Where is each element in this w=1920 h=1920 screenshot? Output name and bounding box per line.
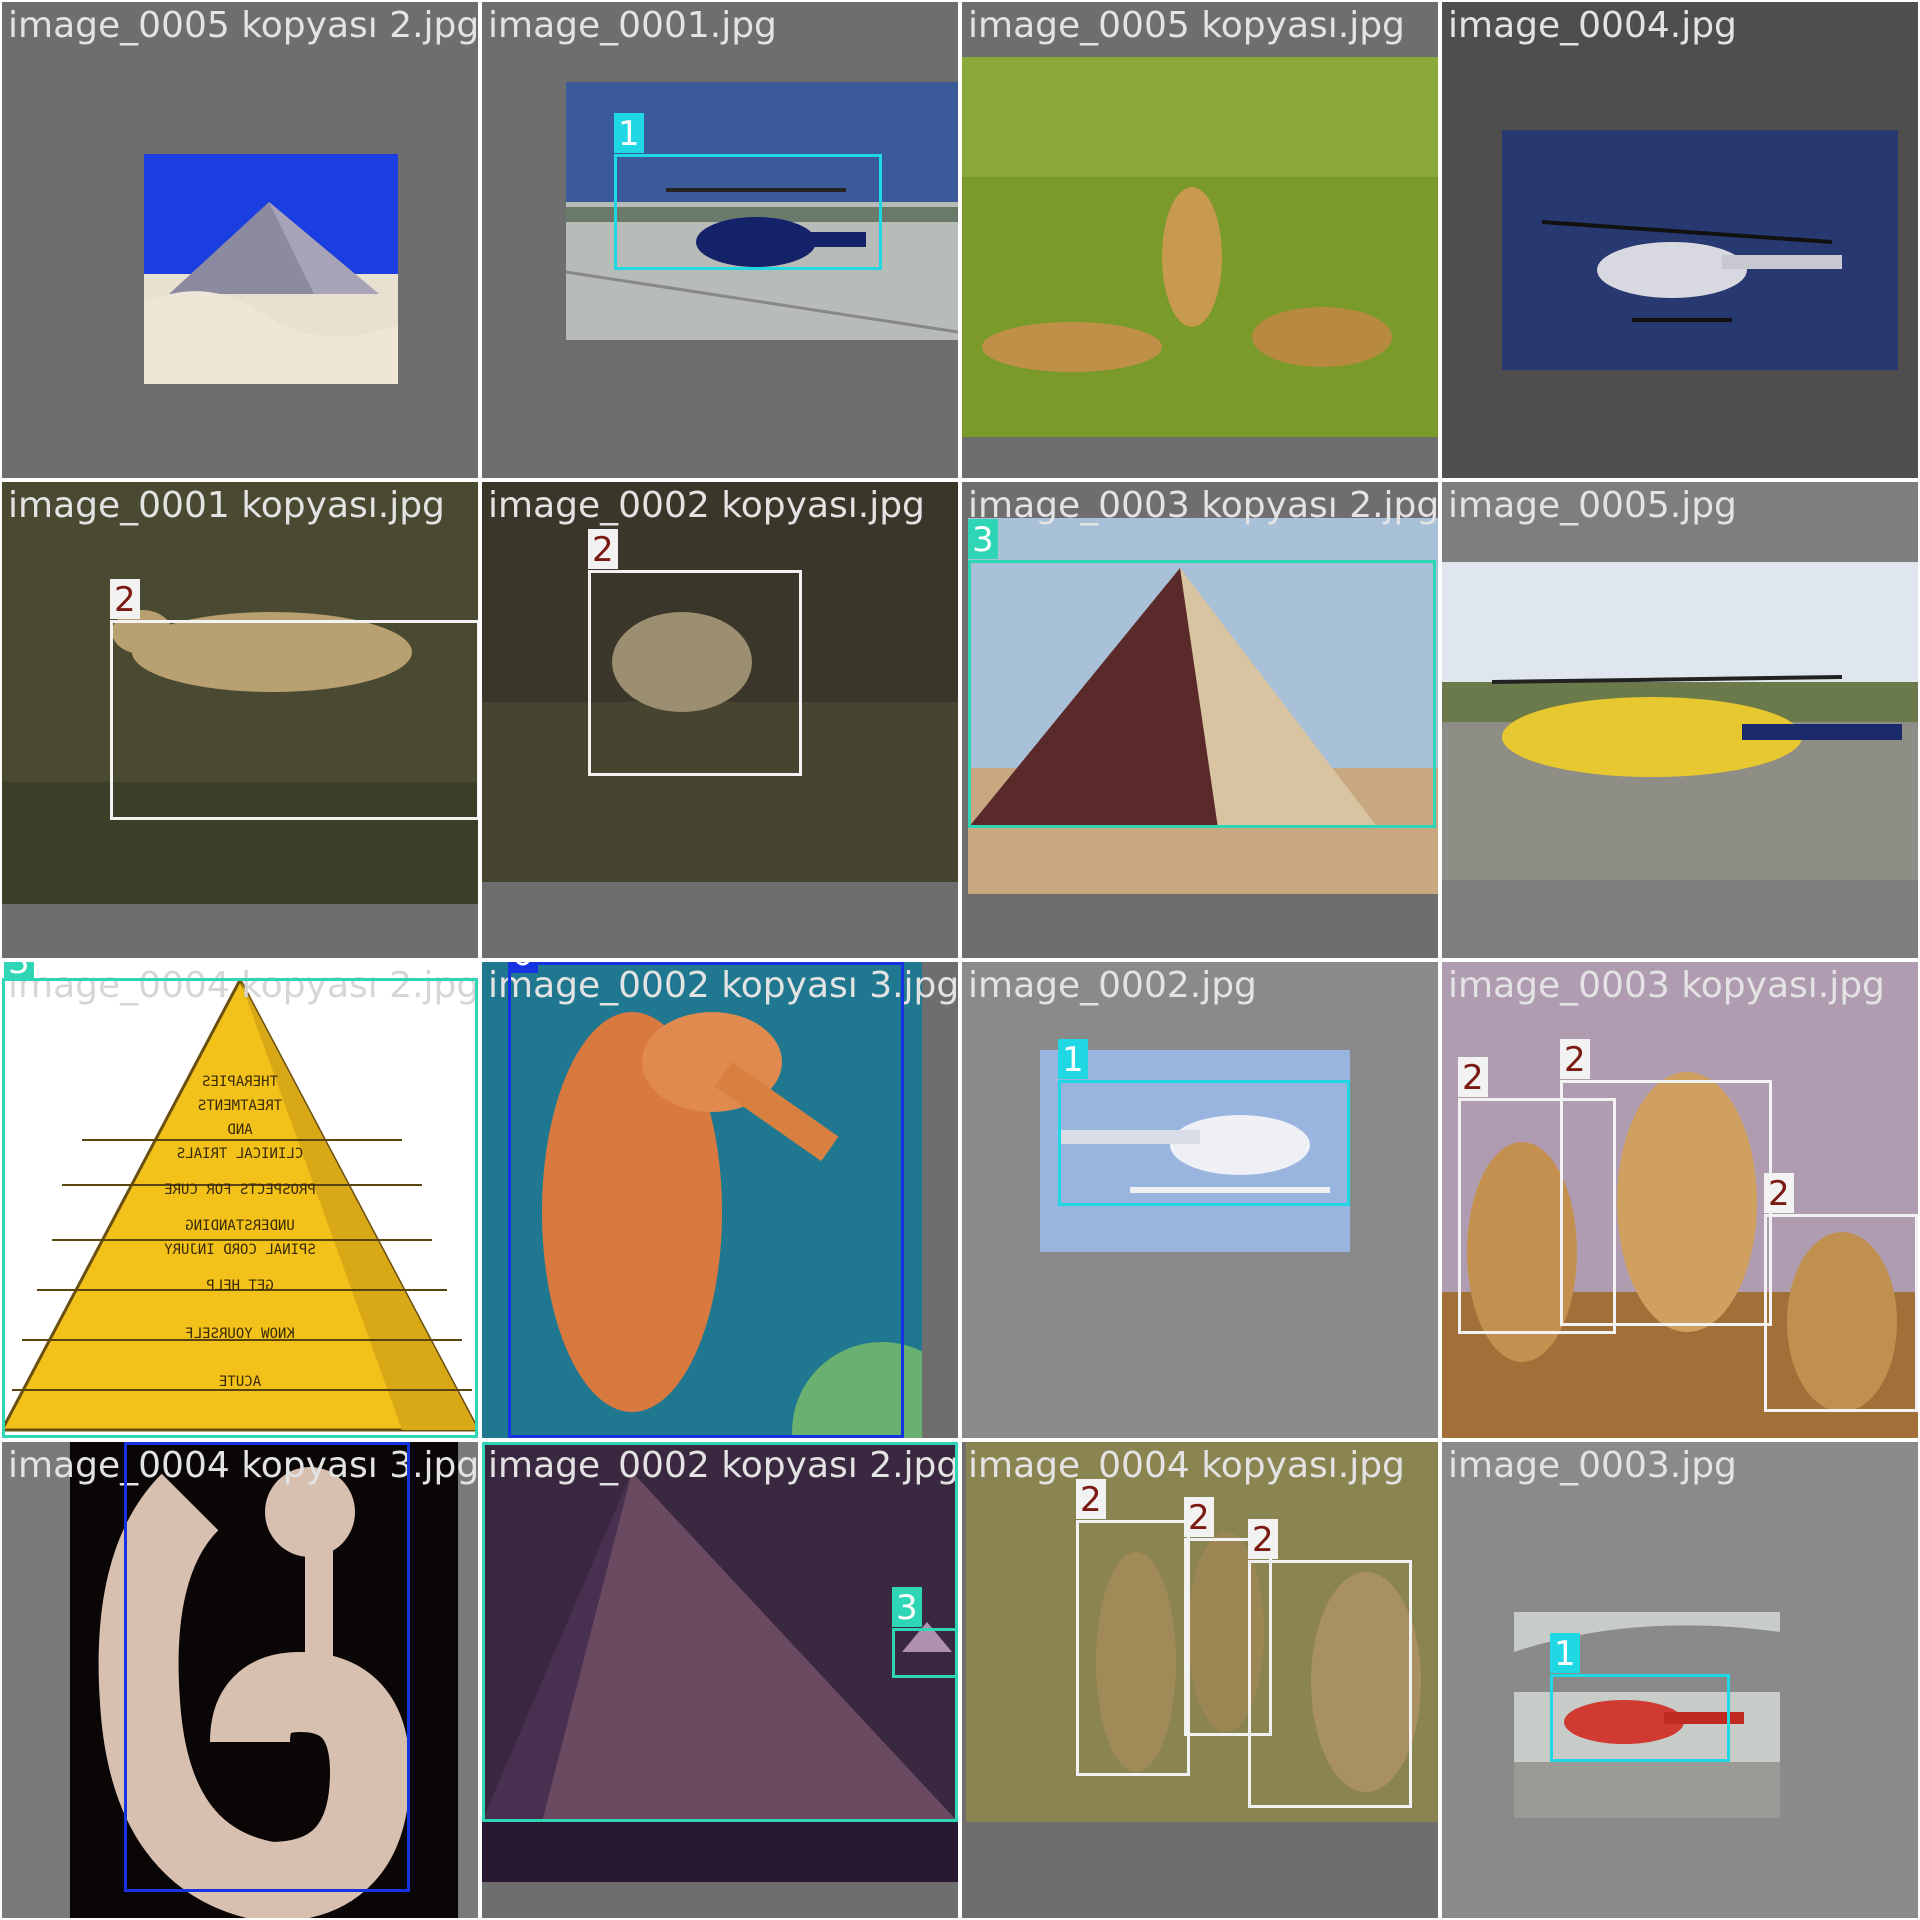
- tile-filename: image_0004 kopyası.jpg: [968, 1445, 1405, 1486]
- mosaic-tile[interactable]: image_0004.jpg: [1442, 2, 1918, 478]
- detection-box[interactable]: 2: [1764, 1173, 1918, 1412]
- helicopter-photo: [1502, 130, 1898, 370]
- detection-label: 1: [1550, 1633, 1580, 1674]
- detection-box[interactable]: 2: [1560, 1039, 1772, 1326]
- detection-label: 3: [482, 1442, 512, 1447]
- mosaic-tile[interactable]: image_0005 kopyası.jpg: [962, 2, 1438, 478]
- detection-label: 2: [1076, 1479, 1106, 1520]
- tile-filename: image_0004.jpg: [1448, 5, 1737, 46]
- detection-label: 2: [1248, 1519, 1278, 1560]
- mosaic-tile[interactable]: image_0002 kopyası 2.jpg 3 3: [482, 1442, 958, 1918]
- tile-filename: image_0001 kopyası.jpg: [8, 485, 445, 526]
- detection-box[interactable]: 0: [508, 962, 904, 1438]
- tile-filename: image_0005 kopyası 2.jpg: [8, 5, 478, 46]
- detection-box[interactable]: 3: [2, 962, 478, 1438]
- detection-box[interactable]: 0: [124, 1442, 410, 1892]
- tile-filename: image_0003 kopyası.jpg: [1448, 965, 1885, 1006]
- tile-filename: image_0002 kopyası.jpg: [488, 485, 925, 526]
- detection-label: 1: [1058, 1039, 1088, 1080]
- tile-filename: image_0005.jpg: [1448, 485, 1737, 526]
- detection-box[interactable]: 1: [614, 113, 882, 270]
- mosaic-tile[interactable]: image_0005 kopyası 2.jpg: [2, 2, 478, 478]
- mosaic-tile[interactable]: image_0003 kopyası 2.jpg 3: [962, 482, 1438, 958]
- helicopter-photo: [1442, 562, 1918, 880]
- tile-filename: image_0002.jpg: [968, 965, 1257, 1006]
- mosaic-tile[interactable]: image_0003.jpg 1: [1442, 1442, 1918, 1918]
- tile-filename: image_0003.jpg: [1448, 1445, 1737, 1486]
- mosaic-tile[interactable]: image_0002.jpg 1: [962, 962, 1438, 1438]
- detection-label: 2: [1458, 1057, 1488, 1098]
- detection-label: 2: [1764, 1173, 1794, 1214]
- detection-box[interactable]: 1: [1550, 1633, 1730, 1762]
- detection-box[interactable]: 2: [110, 579, 478, 820]
- detection-mosaic: image_0005 kopyası 2.jpg image_0001.jpg …: [0, 0, 1920, 1920]
- mosaic-tile[interactable]: image_0001.jpg 1: [482, 2, 958, 478]
- tile-filename: image_0003 kopyası 2.jpg: [968, 485, 1438, 526]
- cheetah-photo: [962, 57, 1438, 437]
- detection-label: 3: [4, 962, 34, 979]
- detection-label: 1: [614, 113, 644, 154]
- mosaic-tile[interactable]: image_0004 kopyası.jpg 2 2 2: [962, 1442, 1438, 1918]
- detection-label: 2: [110, 579, 140, 620]
- tile-filename: image_0001.jpg: [488, 5, 777, 46]
- tile-filename: image_0005 kopyası.jpg: [968, 5, 1405, 46]
- detection-label: 3: [968, 519, 998, 560]
- mosaic-tile[interactable]: image_0005.jpg: [1442, 482, 1918, 958]
- mosaic-tile[interactable]: image_0002 kopyası 3.jpg 0: [482, 962, 958, 1438]
- detection-box[interactable]: 1: [1058, 1039, 1350, 1206]
- detection-box[interactable]: 3: [482, 1442, 958, 1822]
- detection-label: 2: [588, 529, 618, 570]
- mosaic-tile[interactable]: image_0001 kopyası.jpg 2: [2, 482, 478, 958]
- detection-box[interactable]: 2: [588, 529, 802, 776]
- detection-box[interactable]: 3: [892, 1587, 958, 1678]
- mosaic-tile[interactable]: image_0002 kopyası.jpg 2: [482, 482, 958, 958]
- detection-label: 2: [1560, 1039, 1590, 1080]
- detection-label: 0: [508, 962, 538, 974]
- detection-box[interactable]: 3: [968, 519, 1436, 828]
- mosaic-tile[interactable]: image_0004 kopyası 3.jpg 0: [2, 1442, 478, 1918]
- mosaic-tile[interactable]: THERAPIES TREATMENTS AND CLINICAL TRIALS…: [2, 962, 478, 1438]
- pyramid-photo: [144, 154, 398, 384]
- detection-box[interactable]: 2: [1076, 1479, 1190, 1776]
- detection-label: 2: [1184, 1497, 1214, 1538]
- detection-box[interactable]: 2: [1248, 1519, 1412, 1808]
- detection-label: 3: [892, 1587, 922, 1628]
- mosaic-tile[interactable]: image_0003 kopyası.jpg 2 2 2: [1442, 962, 1918, 1438]
